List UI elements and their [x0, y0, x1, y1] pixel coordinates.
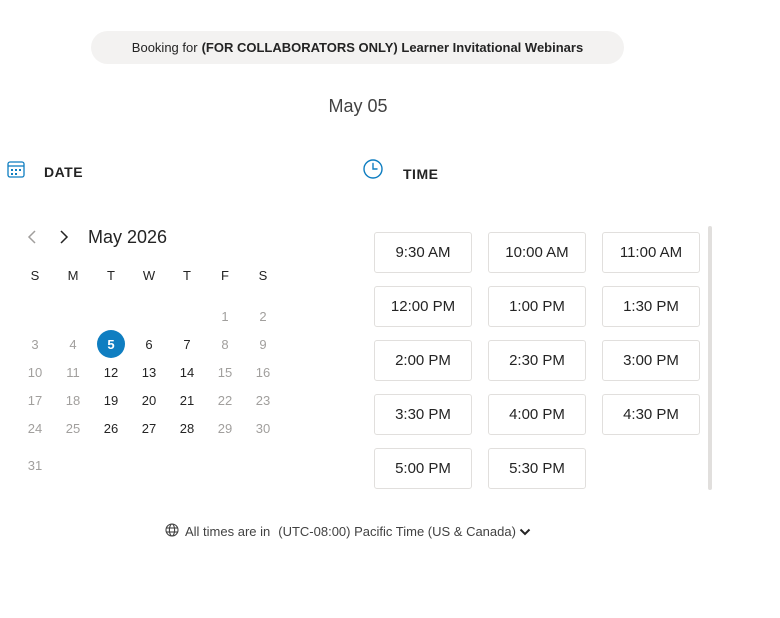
- calendar-day-disabled: 16: [255, 364, 271, 380]
- calendar-day[interactable]: 19: [92, 386, 130, 414]
- calendar-week-row: 24 25 26 27 28 29 30: [16, 414, 282, 442]
- time-slot-button[interactable]: 2:00 PM: [374, 340, 472, 381]
- time-slot-button[interactable]: 12:00 PM: [374, 286, 472, 327]
- weekday-label: T: [107, 268, 115, 283]
- clock-icon: [362, 158, 384, 185]
- weekday-label: M: [67, 268, 79, 283]
- time-slots-scrollbar[interactable]: [708, 226, 712, 490]
- calendar-day[interactable]: 26: [92, 414, 130, 442]
- weekday-header: S M T W T F S: [16, 268, 282, 283]
- calendar-day[interactable]: 21: [168, 386, 206, 414]
- selected-date-heading: May 05: [328, 96, 388, 116]
- weekday-label: S: [258, 268, 268, 283]
- time-slot-button[interactable]: 5:30 PM: [488, 448, 586, 489]
- date-section-header: DATE: [7, 160, 83, 183]
- calendar-empty-cell: [92, 451, 130, 479]
- calendar-day-disabled: 31: [27, 457, 43, 473]
- time-slot-button[interactable]: 10:00 AM: [488, 232, 586, 273]
- calendar-day[interactable]: 28: [168, 414, 206, 442]
- calendar-week-row: 17 18 19 20 21 22 23: [16, 386, 282, 414]
- calendar-empty-cell: [168, 302, 206, 330]
- chevron-right-icon: [60, 230, 69, 244]
- calendar-day-disabled: 17: [27, 392, 43, 408]
- calendar-empty-cell: [92, 302, 130, 330]
- calendar-day-disabled: 29: [217, 420, 233, 436]
- calendar-day[interactable]: 13: [130, 358, 168, 386]
- time-slot-button[interactable]: 2:30 PM: [488, 340, 586, 381]
- time-slot-grid: 9:30 AM 10:00 AM 11:00 AM 12:00 PM 1:00 PM 1:…: [374, 232, 710, 492]
- time-slot-button[interactable]: 3:30 PM: [374, 394, 472, 435]
- calendar-day-disabled: 22: [217, 392, 233, 408]
- time-slot-button[interactable]: 3:00 PM: [602, 340, 700, 381]
- timezone-value: (UTC-08:00) Pacific Time (US & Canada): [278, 524, 516, 539]
- calendar-day-disabled: 10: [27, 364, 43, 380]
- calendar-empty-cell: [54, 302, 92, 330]
- calendar-day-disabled: 2: [259, 308, 267, 324]
- calendar-day-selected[interactable]: 5: [92, 330, 130, 358]
- calendar-empty-cell: [16, 302, 54, 330]
- date-section-label: DATE: [44, 163, 84, 180]
- service-name: (FOR COLLABORATORS ONLY) Learner Invitat…: [201, 40, 584, 55]
- calendar-day-disabled: 4: [69, 336, 77, 352]
- calendar-days-grid: 1 2 3 4 5 6 7 8 9 10 11 12 13 14 15 16 17 18 19 20 21 22 23 24 2…: [16, 302, 282, 479]
- calendar-empty-cell: [130, 451, 168, 479]
- calendar-empty-cell: [168, 451, 206, 479]
- booking-prefix: Booking for: [131, 40, 198, 55]
- calendar-icon: [7, 160, 25, 183]
- calendar-week-row: 10 11 12 13 14 15 16: [16, 358, 282, 386]
- calendar-day-disabled: 23: [255, 392, 271, 408]
- previous-month-button[interactable]: [22, 225, 42, 249]
- calendar-day-disabled: 8: [221, 336, 229, 352]
- time-slot-button[interactable]: 5:00 PM: [374, 448, 472, 489]
- globe-icon: [165, 523, 179, 540]
- weekday-label: W: [142, 268, 156, 283]
- calendar-navigation: May 2026: [22, 225, 167, 249]
- timezone-selector[interactable]: All times are in (UTC-08:00) Pacific Tim…: [165, 523, 531, 540]
- calendar-day-disabled: 24: [27, 420, 43, 436]
- booking-header: Booking for (FOR COLLABORATORS ONLY) Lea…: [91, 31, 624, 64]
- calendar-day-disabled: 25: [65, 420, 81, 436]
- time-slot-button[interactable]: 1:00 PM: [488, 286, 586, 327]
- month-label: May 2026: [88, 226, 168, 247]
- calendar-day-disabled: 30: [255, 420, 271, 436]
- calendar-empty-cell: [54, 451, 92, 479]
- weekday-label: F: [221, 268, 229, 283]
- calendar-empty-cell: [244, 451, 282, 479]
- chevron-left-icon: [27, 230, 36, 244]
- calendar-day[interactable]: 14: [168, 358, 206, 386]
- time-slot-button[interactable]: 9:30 AM: [374, 232, 472, 273]
- time-slot-button[interactable]: 4:30 PM: [602, 394, 700, 435]
- calendar-day[interactable]: 6: [130, 330, 168, 358]
- calendar-day-disabled: 3: [31, 336, 39, 352]
- calendar-day-disabled: 11: [66, 364, 80, 380]
- calendar-day[interactable]: 7: [168, 330, 206, 358]
- calendar-day[interactable]: 12: [92, 358, 130, 386]
- weekday-label: T: [183, 268, 191, 283]
- chevron-down-icon[interactable]: [519, 527, 531, 537]
- next-month-button[interactable]: [54, 225, 74, 249]
- calendar-day[interactable]: 27: [130, 414, 168, 442]
- calendar-week-row: 31: [16, 451, 282, 479]
- calendar-day-disabled: 18: [65, 392, 81, 408]
- calendar-empty-cell: [130, 302, 168, 330]
- timezone-prefix: All times are in: [185, 524, 271, 539]
- calendar-day[interactable]: 20: [130, 386, 168, 414]
- calendar-day-disabled: 15: [217, 364, 233, 380]
- time-section-label: TIME: [403, 165, 439, 182]
- weekday-label: S: [30, 268, 40, 283]
- time-section-header: TIME: [362, 158, 438, 185]
- calendar-day-disabled: 1: [221, 308, 229, 324]
- time-slot-button[interactable]: 11:00 AM: [602, 232, 700, 273]
- calendar-empty-cell: [206, 451, 244, 479]
- calendar-week-row: 3 4 5678 9: [16, 330, 282, 358]
- calendar-day-number: 5: [97, 330, 125, 358]
- time-slot-button[interactable]: 4:00 PM: [488, 394, 586, 435]
- time-slot-button[interactable]: 1:30 PM: [602, 286, 700, 327]
- calendar-day-disabled: 9: [259, 336, 267, 352]
- calendar-week-row: 12: [16, 302, 282, 330]
